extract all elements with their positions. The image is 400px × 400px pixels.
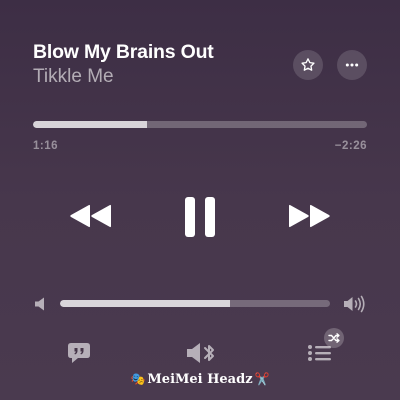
play-pause-button[interactable]	[183, 196, 217, 238]
volume-high-button	[343, 295, 365, 313]
pause-icon	[185, 197, 215, 237]
volume-slider[interactable]	[60, 300, 330, 307]
artist-name[interactable]: Tikkle Me	[33, 66, 114, 88]
rewind-button[interactable]	[68, 201, 112, 231]
audio-output-button[interactable]	[186, 340, 216, 366]
scissors-icon: ✂️	[254, 372, 270, 386]
speaker-high-icon	[344, 295, 365, 313]
lyrics-quote-icon	[68, 343, 90, 363]
more-options-button[interactable]	[337, 50, 367, 80]
star-icon	[301, 58, 315, 71]
progress-fill	[33, 121, 147, 128]
watermark: 🎭 MeiMei Headz ✂️	[0, 372, 400, 387]
elapsed-time: 1:16	[33, 140, 59, 152]
song-title: Blow My Brains Out	[33, 41, 214, 63]
playback-progress-bar[interactable]	[33, 121, 367, 128]
fast-forward-button[interactable]	[288, 201, 332, 231]
fast-forward-icon	[289, 204, 330, 228]
remaining-time: −2:26	[334, 140, 367, 152]
watermark-text: MeiMei Headz	[147, 372, 253, 387]
ellipsis-icon	[345, 63, 359, 67]
shuffle-icon	[328, 333, 340, 343]
speaker-bluetooth-icon	[187, 343, 214, 363]
shuffle-indicator[interactable]	[324, 328, 344, 348]
rewind-icon	[70, 204, 111, 228]
volume-low-button	[34, 296, 48, 312]
volume-fill	[60, 300, 231, 307]
theater-masks-icon: 🎭	[130, 372, 146, 386]
lyrics-button[interactable]	[66, 341, 92, 365]
speaker-low-icon	[35, 297, 44, 311]
favorite-button[interactable]	[293, 50, 323, 80]
